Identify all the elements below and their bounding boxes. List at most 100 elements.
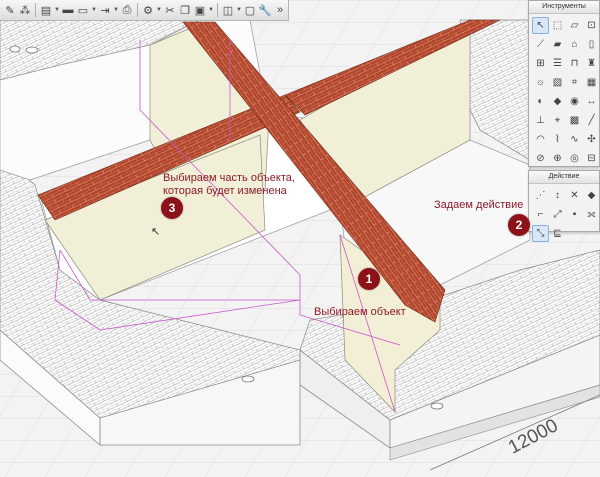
- actions-palette: Действие ⋰ ↕ ✕ ◆ ⌐ ⤢ ▪ ⟗ ⤡ ⊑: [528, 170, 600, 242]
- step3-text-line1: Выбираем часть объекта,: [163, 172, 295, 184]
- toolbar-separator: [35, 3, 36, 17]
- step1-badge: 1: [358, 268, 380, 290]
- folder-icon: ▭: [77, 4, 89, 17]
- window-button[interactable]: ▢: [243, 2, 257, 18]
- step3-text-line2: которая будет изменена: [163, 185, 287, 197]
- wrench-icon: 🔧: [258, 4, 272, 17]
- magic-wand-button[interactable]: ⁂: [18, 2, 32, 18]
- railing-tool[interactable]: ⊓: [566, 55, 583, 72]
- roof-tool[interactable]: ⌂: [566, 36, 583, 53]
- morph-tool[interactable]: ◆: [549, 93, 566, 110]
- magic-wand-icon: ⁂: [19, 4, 31, 17]
- trim-action[interactable]: ▪: [566, 206, 583, 223]
- spline-tool[interactable]: ∿: [566, 131, 583, 148]
- floppy-icon: ▬: [62, 4, 74, 16]
- open-button[interactable]: ▭: [76, 2, 90, 18]
- polyline-tool[interactable]: ⌇: [549, 131, 566, 148]
- layers-button[interactable]: ▤: [39, 2, 53, 18]
- rotate-action[interactable]: ⤢: [549, 206, 566, 223]
- arc-tool[interactable]: ◠: [532, 131, 549, 148]
- wrench-button[interactable]: 🔧: [258, 2, 272, 18]
- beam-tool[interactable]: ⟋: [532, 36, 549, 53]
- column-tool[interactable]: ⊡: [583, 17, 600, 34]
- step3-callout: Выбираем часть объекта, которая будет из…: [163, 172, 295, 198]
- slab-tool[interactable]: ▰: [549, 36, 566, 53]
- corner-action[interactable]: ⌐: [532, 206, 549, 223]
- paste-button[interactable]: ▣: [193, 2, 207, 18]
- window-icon: ▢: [244, 4, 256, 17]
- vent-mark-1: [25, 46, 39, 54]
- label-tool[interactable]: ⌖: [549, 112, 566, 129]
- chevron-down-icon[interactable]: ▼: [236, 2, 242, 18]
- chevron-down-icon[interactable]: ▼: [208, 2, 214, 18]
- dimension-tool[interactable]: ↔: [583, 93, 600, 110]
- lamp-tool[interactable]: ☼: [532, 74, 549, 91]
- settings-button[interactable]: ⚙: [141, 2, 155, 18]
- scissors-icon: ✂: [165, 4, 175, 17]
- export-button[interactable]: ⇥: [98, 2, 112, 18]
- vent-mark-2: [9, 45, 21, 53]
- more-button[interactable]: »: [273, 2, 287, 18]
- mesh-tool[interactable]: ⌗: [566, 74, 583, 91]
- worksheet-tool[interactable]: ⊟: [583, 150, 600, 167]
- offset-edge-action[interactable]: ⋰: [532, 187, 549, 204]
- tools-palette-title: Инструменты: [529, 1, 599, 14]
- elevation-tool[interactable]: ⊕: [549, 150, 566, 167]
- zone-tool[interactable]: ▧: [549, 74, 566, 91]
- copy-button[interactable]: ❐: [178, 2, 192, 18]
- move-action[interactable]: ◆: [583, 187, 600, 204]
- elevate-action[interactable]: ⤡: [532, 225, 549, 242]
- stretch-action[interactable]: ↕: [549, 187, 566, 204]
- save-button[interactable]: ▬: [61, 2, 75, 18]
- drag-action[interactable]: ⊑: [549, 225, 566, 242]
- layers-icon: ▤: [40, 4, 52, 17]
- door-tool[interactable]: ▯: [583, 36, 600, 53]
- stair-tool[interactable]: ☰: [549, 55, 566, 72]
- arrow-select-tool[interactable]: ↖: [532, 17, 549, 34]
- main-toolbar: ✎ ⁂ ▤ ▼ ▬ ▭ ▼ ⇥ ▼ ⎙ ⚙ ▼ ✂ ❐ ▣ ▼ ◫ ▼ ▢ 🔧»: [0, 0, 289, 21]
- step2-callout: Задаем действие: [434, 199, 524, 211]
- cut-button[interactable]: ✂: [163, 2, 177, 18]
- curtain-wall-tool[interactable]: ▦: [583, 74, 600, 91]
- cursor-icon: ↖: [151, 226, 161, 238]
- chevron-down-icon[interactable]: ▼: [54, 2, 60, 18]
- vent-mark-3: [241, 375, 255, 383]
- shell-tool[interactable]: ◐: [532, 93, 549, 110]
- window-tool[interactable]: ⊞: [532, 55, 549, 72]
- mirror-action[interactable]: ⟗: [583, 206, 600, 223]
- view-button[interactable]: ◫: [221, 2, 235, 18]
- printer-icon: ⎙: [122, 3, 132, 16]
- windows-icon: ◫: [222, 4, 234, 17]
- split-action[interactable]: ✕: [566, 187, 583, 204]
- hotspot-tool[interactable]: ✣: [583, 131, 600, 148]
- step3-badge: 3: [161, 197, 183, 219]
- toolbar-separator: [217, 3, 218, 17]
- tools-palette: Инструменты ↖ ⬚ ▱ ⊡ ⟋ ▰ ⌂ ▯ ⊞ ☰ ⊓ ♜ ☼ ▧ ⌗ ▦ ◐ ◆ ◉ ↔ ⊥ ⌖ ▩ ╱ ◠ ⌇ ∿ ✣…: [528, 0, 600, 202]
- step2-badge: 2: [508, 214, 530, 236]
- gear-icon: ⚙: [143, 4, 153, 17]
- step1-callout: Выбираем объект: [314, 306, 406, 318]
- chevron-down-icon[interactable]: ▼: [91, 2, 97, 18]
- chevron-down-icon[interactable]: ▼: [113, 2, 119, 18]
- line-tool[interactable]: ╱: [583, 112, 600, 129]
- section-tool[interactable]: ⊘: [532, 150, 549, 167]
- actions-palette-title: Действие: [529, 171, 599, 184]
- fill-tool[interactable]: ▩: [566, 112, 583, 129]
- actions-grid: ⋰ ↕ ✕ ◆ ⌐ ⤢ ▪ ⟗ ⤡ ⊑: [529, 184, 599, 245]
- object-tool[interactable]: ♜: [583, 55, 600, 72]
- level-tool[interactable]: ⊥: [532, 112, 549, 129]
- toolbar-separator: [137, 3, 138, 17]
- overflow-icon: »: [276, 4, 284, 16]
- export-icon: ⇥: [100, 4, 110, 17]
- print-button[interactable]: ⎙: [120, 2, 134, 18]
- marquee-tool[interactable]: ⬚: [549, 17, 566, 34]
- chevron-down-icon[interactable]: ▼: [156, 2, 162, 18]
- model-viewport[interactable]: [0, 0, 600, 477]
- clipboard-icon: ▣: [194, 4, 206, 17]
- pencil-icon: ✎: [5, 4, 15, 17]
- pencil-button[interactable]: ✎: [3, 2, 17, 18]
- camera-tool[interactable]: ◉: [566, 93, 583, 110]
- detail-tool[interactable]: ◎: [566, 150, 583, 167]
- copy-icon: ❐: [180, 4, 190, 17]
- wall-tool[interactable]: ▱: [566, 17, 583, 34]
